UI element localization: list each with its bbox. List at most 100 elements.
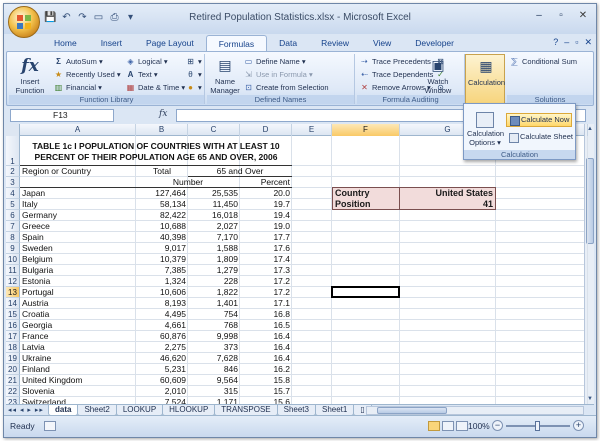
column-header-e[interactable]: E — [292, 124, 332, 136]
cell-percent: 15.7 — [273, 386, 290, 396]
row-header-8[interactable]: 8 — [6, 232, 20, 243]
fx-icon: fx — [21, 56, 39, 76]
new-icon[interactable]: ▭ — [92, 11, 105, 24]
calculation-options-button[interactable]: Calculation Options ▾ — [467, 112, 504, 147]
column-header-b[interactable]: B — [136, 124, 188, 136]
print-icon[interactable]: ⎙ — [108, 11, 121, 24]
save-icon[interactable]: 💾 — [44, 11, 57, 24]
tab-formulas[interactable]: Formulas — [205, 35, 268, 51]
column-header-a[interactable]: A — [20, 124, 136, 136]
more-functions-button[interactable]: ● ▾ — [185, 82, 202, 93]
zoom-slider-thumb[interactable] — [535, 421, 540, 431]
cell-total: 10,606 — [160, 287, 186, 297]
undo-icon[interactable]: ↶ — [60, 11, 73, 24]
macro-record-icon[interactable] — [44, 421, 56, 431]
watch-window-icon: ▣ — [431, 58, 445, 74]
row-header-19[interactable]: 19 — [6, 353, 20, 364]
row-header-12[interactable]: 12 — [6, 276, 20, 287]
use-in-formula-button[interactable]: ⇲ Use in Formula ▾ — [243, 69, 313, 80]
name-manager-button[interactable]: ▤ Name Manager — [209, 56, 241, 95]
create-from-selection-button[interactable]: ⊡ Create from Selection — [243, 82, 328, 93]
row-header-17[interactable]: 17 — [6, 331, 20, 342]
group-solutions: ⅀ Conditional Sum Solutions — [507, 54, 593, 104]
tab-data[interactable]: Data — [267, 35, 309, 51]
row-header-14[interactable]: 14 — [6, 298, 20, 309]
text-button[interactable]: A Text ▾ — [125, 69, 158, 80]
define-name-button[interactable]: ▭ Define Name ▾ — [243, 56, 306, 67]
tab-page-layout[interactable]: Page Layout — [134, 35, 206, 51]
row-header-20[interactable]: 20 — [6, 364, 20, 375]
tab-insert[interactable]: Insert — [89, 35, 134, 51]
active-cell-f13[interactable] — [331, 286, 400, 298]
row-header-7[interactable]: 7 — [6, 221, 20, 232]
page-layout-view-icon[interactable] — [442, 421, 454, 431]
name-box[interactable]: F13 — [10, 109, 114, 122]
redo-icon[interactable]: ↷ — [76, 11, 89, 24]
cell-country: Germany — [22, 210, 57, 220]
normal-view-icon[interactable] — [428, 421, 440, 431]
row-header-13[interactable]: 13 — [6, 287, 20, 298]
row-header-18[interactable]: 18 — [6, 342, 20, 353]
minimize-button[interactable]: – — [529, 8, 549, 24]
column-header-c[interactable]: C — [188, 124, 240, 136]
cell-total: 58,134 — [160, 199, 186, 209]
calculation-button[interactable]: ▦ Calculation — [468, 57, 505, 87]
tab-developer[interactable]: Developer — [403, 35, 466, 51]
cell-number: 9,998 — [216, 331, 238, 341]
insert-function-button[interactable]: fx Insert Function — [13, 56, 47, 95]
row-header-10[interactable]: 10 — [6, 254, 20, 265]
watch-window-button[interactable]: ▣ Watch Window — [420, 56, 456, 95]
tab-review[interactable]: Review — [309, 35, 361, 51]
row-header-23[interactable]: 23 — [6, 397, 20, 404]
worksheet-grid[interactable]: ▲ ▼ ABCDEFGH1234567891011121314151617181… — [6, 124, 594, 404]
lookup-box-divider — [399, 187, 400, 210]
page-break-view-icon[interactable] — [456, 421, 468, 431]
zoom-level[interactable]: 100% — [468, 421, 490, 431]
calculate-sheet-button[interactable]: Calculate Sheet — [506, 132, 573, 143]
row-header-2[interactable]: 2 — [6, 166, 20, 177]
row-header-3[interactable]: 3 — [6, 177, 20, 188]
fx-icon[interactable]: fx — [159, 109, 167, 119]
tab-home[interactable]: Home — [42, 35, 89, 51]
cell-number: 373 — [223, 342, 238, 352]
math-trig-button[interactable]: θ ▾ — [185, 69, 202, 80]
cell-country: Italy — [22, 199, 38, 209]
close-doc-icon[interactable]: ✕ — [584, 37, 592, 48]
logical-button[interactable]: ◈ Logical ▾ — [125, 56, 167, 67]
row-header-4[interactable]: 4 — [6, 188, 20, 199]
zoom-in-icon[interactable]: + — [573, 420, 584, 431]
financial-button[interactable]: ▥ Financial ▾ — [53, 82, 102, 93]
row-header-22[interactable]: 22 — [6, 386, 20, 397]
row-header-1[interactable]: 1 — [6, 136, 20, 166]
tab-view[interactable]: View — [361, 35, 403, 51]
row-header-11[interactable]: 11 — [6, 265, 20, 276]
conditional-sum-button[interactable]: ⅀ Conditional Sum — [509, 56, 577, 67]
recently-used-button[interactable]: ★ Recently Used ▾ — [53, 69, 121, 80]
select-all-corner[interactable] — [6, 124, 20, 136]
row-header-9[interactable]: 9 — [6, 243, 20, 254]
cell-number: 315 — [223, 386, 238, 396]
office-button[interactable] — [8, 6, 40, 38]
chevron-down-icon[interactable]: ▾ — [124, 11, 137, 24]
column-header-d[interactable]: D — [240, 124, 292, 136]
vertical-scrollbar[interactable]: ▲ ▼ — [584, 124, 594, 404]
maximize-button[interactable]: ▫ — [551, 8, 571, 24]
cell-country: Greece — [22, 221, 50, 231]
row-header-16[interactable]: 16 — [6, 320, 20, 331]
calculate-now-button[interactable]: Calculate Now — [506, 113, 572, 127]
close-button[interactable]: ✕ — [573, 8, 593, 24]
zoom-out-icon[interactable]: − — [492, 420, 503, 431]
restore-doc-icon[interactable]: ▫ — [575, 37, 578, 48]
autosum-button[interactable]: Σ AutoSum ▾ — [53, 56, 103, 67]
row-header-15[interactable]: 15 — [6, 309, 20, 320]
row-header-6[interactable]: 6 — [6, 210, 20, 221]
help-icon[interactable]: ? — [553, 37, 558, 48]
column-header-f[interactable]: F — [332, 124, 400, 136]
horizontal-scroll-thumb[interactable] — [377, 407, 447, 414]
row-header-21[interactable]: 21 — [6, 375, 20, 386]
horizontal-scrollbar[interactable] — [366, 406, 584, 415]
minimize-doc-icon[interactable]: – — [564, 37, 569, 48]
row-header-5[interactable]: 5 — [6, 199, 20, 210]
lookup-reference-button[interactable]: ⊞ ▾ — [185, 56, 202, 67]
date-time-button[interactable]: ▦ Date & Time ▾ — [125, 82, 185, 93]
